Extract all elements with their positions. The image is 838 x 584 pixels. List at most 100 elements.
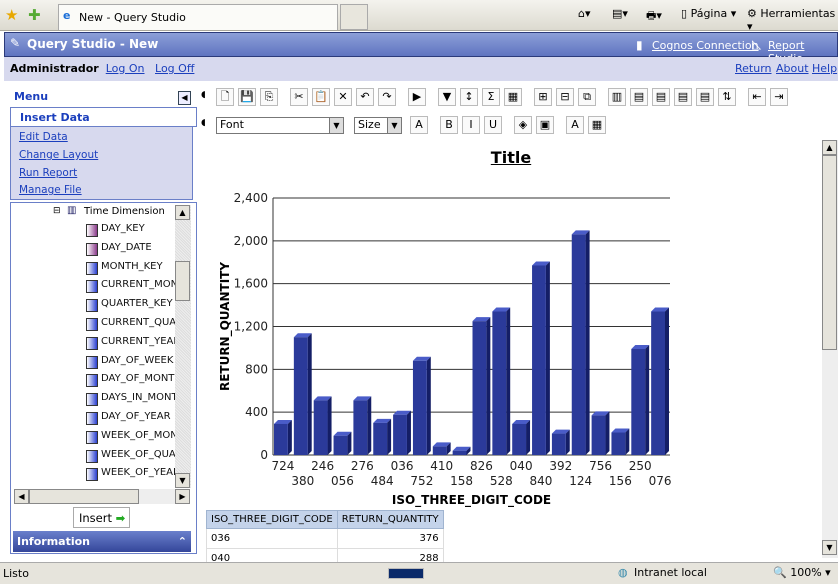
redo-icon[interactable]: ↷ — [378, 88, 396, 106]
delete-icon[interactable]: ✕ — [334, 88, 352, 106]
measure-item-icon — [86, 280, 98, 294]
run-icon[interactable]: ▶ — [408, 88, 426, 106]
menu-run-report[interactable]: Run Report — [19, 167, 77, 179]
log-on-link[interactable]: Log On — [106, 62, 145, 75]
summarize-icon[interactable]: Σ — [482, 88, 500, 106]
column-header[interactable]: RETURN_QUANTITY — [336, 510, 444, 529]
bar-side — [625, 428, 630, 455]
help-link[interactable]: Help — [812, 62, 837, 75]
table-style-icon[interactable]: ▦ — [588, 116, 606, 134]
menu-manage-file[interactable]: Manage File — [19, 184, 82, 196]
menu-insert-data[interactable]: Insert Data — [10, 107, 197, 127]
tree-item[interactable]: MONTH_KEY — [101, 261, 175, 272]
cut-icon[interactable]: ✂ — [290, 88, 308, 106]
toolbar-handle-icon[interactable]: ◖ — [201, 118, 206, 128]
toolbar-handle-icon[interactable]: ◖ — [201, 90, 206, 100]
tree-item[interactable]: WEEK_OF_MONTH — [101, 430, 175, 441]
italic-icon[interactable]: I — [462, 116, 480, 134]
menu-change-layout[interactable]: Change Layout — [19, 149, 98, 161]
collapse-node-icon[interactable]: ⊟ — [53, 206, 61, 216]
scroll-left-button[interactable]: ◀ — [14, 489, 29, 504]
filter-icon[interactable]: ▼ — [438, 88, 456, 106]
paste-icon[interactable]: 📋 — [312, 88, 330, 106]
scroll-up-button[interactable]: ▲ — [175, 205, 190, 220]
calculate-icon[interactable]: ▦ — [504, 88, 522, 106]
tree-item[interactable]: DAY_OF_MONTH — [101, 373, 175, 384]
chevron-down-icon: ▼ — [387, 118, 401, 133]
move-right-icon[interactable]: ⇥ — [770, 88, 788, 106]
tree-item[interactable]: CURRENT_QUARTER — [101, 317, 175, 328]
log-off-link[interactable]: Log Off — [155, 62, 194, 75]
font-select[interactable]: Font ▼ — [216, 117, 344, 134]
tree-item[interactable]: CURRENT_YEAR — [101, 336, 175, 347]
save-icon[interactable]: 💾 — [238, 88, 256, 106]
tree-vertical-scrollbar[interactable]: ▲ ▼ — [175, 205, 191, 488]
group-icon[interactable]: ⊞ — [534, 88, 552, 106]
herramientas-menu[interactable]: ⚙ Herramientas ▾ — [747, 7, 838, 33]
tree-item[interactable]: QUARTER_KEY — [101, 298, 175, 309]
return-link[interactable]: Return — [735, 62, 772, 75]
bold-icon[interactable]: B — [440, 116, 458, 134]
scroll-thumb[interactable] — [822, 155, 837, 350]
scroll-down-button[interactable]: ▼ — [822, 540, 837, 555]
header-icon[interactable]: ▤ — [652, 88, 670, 106]
scroll-thumb[interactable] — [175, 261, 190, 301]
insert-button[interactable]: Insert ➡ — [73, 507, 130, 528]
font-color-icon[interactable]: A — [410, 116, 428, 134]
print-icon[interactable]: 🖶▾ — [646, 7, 662, 26]
section-icon[interactable]: ▤ — [696, 88, 714, 106]
tree-horizontal-scrollbar[interactable]: ◀ ▶ — [14, 489, 190, 504]
measure-item-icon — [86, 261, 98, 275]
rss-icon[interactable]: ▤▾ — [612, 7, 628, 20]
information-panel-header[interactable]: Information ⌃ — [13, 531, 191, 552]
home-icon[interactable]: ⌂▾ — [578, 7, 591, 20]
about-link[interactable]: About — [776, 62, 809, 75]
collapse-menu-button[interactable]: ◀ — [178, 91, 191, 105]
tree-item[interactable]: WEEK_OF_YEAR — [101, 467, 175, 478]
tree-item[interactable]: DAY_OF_YEAR — [101, 411, 175, 422]
size-select[interactable]: Size ▼ — [354, 117, 402, 134]
new-icon[interactable]: 🗋 — [216, 88, 234, 106]
tree-item[interactable]: DAY_DATE — [101, 242, 175, 253]
bar — [373, 422, 388, 455]
tree-item[interactable]: DAYS_IN_MONTH — [101, 392, 175, 403]
tree-item[interactable]: WEEK_OF_QUARTER — [101, 449, 175, 460]
scroll-right-button[interactable]: ▶ — [175, 489, 190, 504]
column-header[interactable]: ISO_THREE_DIGIT_CODE — [206, 510, 338, 529]
bar-side — [387, 418, 392, 455]
chart-icon[interactable]: ▥ — [608, 88, 626, 106]
tree-item[interactable]: CURRENT_MONTH — [101, 279, 175, 290]
sort-icon[interactable]: ↕ — [460, 88, 478, 106]
background-color-icon[interactable]: ◈ — [514, 116, 532, 134]
cognos-connection-link[interactable]: Cognos Connection — [652, 39, 759, 52]
pivot-icon[interactable]: ⧉ — [578, 88, 596, 106]
ungroup-icon[interactable]: ⊟ — [556, 88, 574, 106]
scroll-up-button[interactable]: ▲ — [822, 140, 837, 155]
underline-icon[interactable]: U — [484, 116, 502, 134]
footer-icon[interactable]: ▤ — [674, 88, 692, 106]
browser-tab[interactable]: e New - Query Studio — [58, 4, 338, 30]
tree-item[interactable]: DAY_OF_WEEK — [101, 355, 175, 366]
save-as-icon[interactable]: ⎘ — [260, 88, 278, 106]
move-left-icon[interactable]: ⇤ — [748, 88, 766, 106]
menu-edit-data[interactable]: Edit Data — [19, 131, 68, 143]
undo-icon[interactable]: ↶ — [356, 88, 374, 106]
zoom-control[interactable]: 🔍 100% ▾ — [773, 566, 831, 579]
scroll-down-button[interactable]: ▼ — [175, 473, 190, 488]
expand-icon[interactable]: ⌃ — [178, 535, 187, 548]
new-tab-button[interactable] — [340, 4, 368, 30]
hscroll-thumb[interactable] — [29, 489, 139, 504]
bar — [452, 450, 467, 455]
title-icon[interactable]: ▤ — [630, 88, 648, 106]
text-style-icon[interactable]: A — [566, 116, 584, 134]
border-icon[interactable]: ▣ — [536, 116, 554, 134]
y-tick-label: 1,200 — [234, 320, 268, 334]
favorites-star-icon[interactable]: ★ — [5, 6, 18, 24]
tree-item[interactable]: DAY_KEY — [101, 223, 175, 234]
report-vertical-scrollbar[interactable]: ▲ ▼ — [822, 140, 838, 558]
swap-icon[interactable]: ⇅ — [718, 88, 736, 106]
tree-root[interactable]: Time Dimension — [84, 206, 165, 217]
pagina-menu[interactable]: ▯ Página ▾ — [681, 7, 736, 20]
report-title[interactable]: Title — [200, 148, 822, 167]
add-favorites-icon[interactable]: ✚ — [28, 6, 41, 24]
